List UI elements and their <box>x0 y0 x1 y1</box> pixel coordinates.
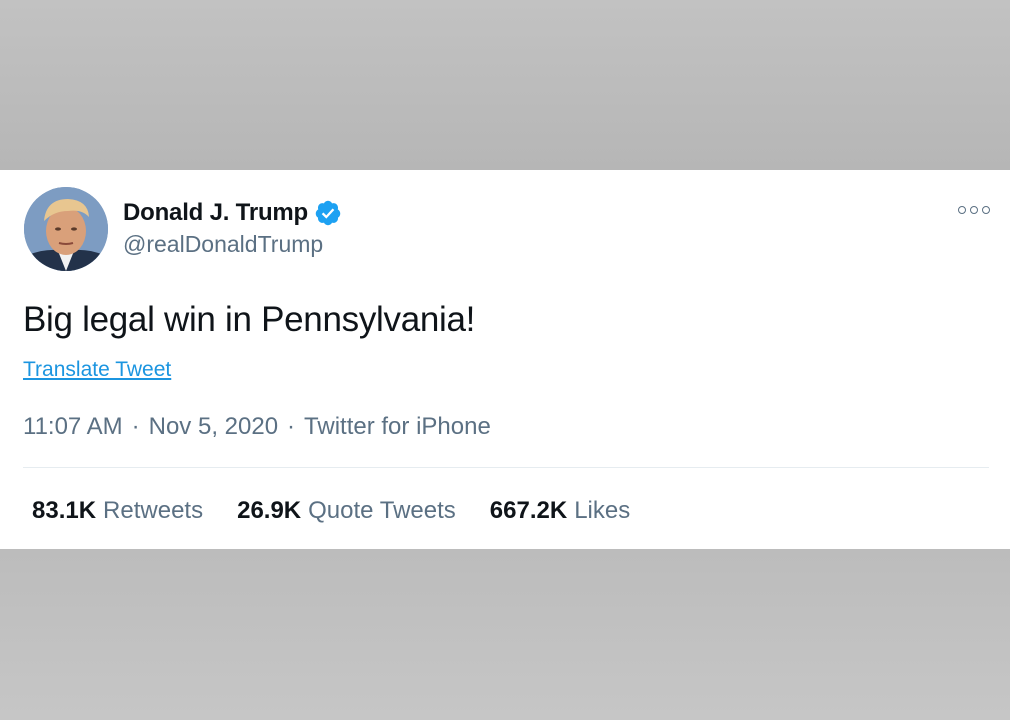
retweets-label: Retweets <box>103 497 204 524</box>
avatar[interactable] <box>24 187 108 271</box>
tweet-source[interactable]: Twitter for iPhone <box>304 413 491 441</box>
tweet-time[interactable]: 11:07 AM <box>23 413 123 441</box>
author-name-row: Donald J. Trump <box>123 198 342 228</box>
background-bottom <box>0 549 1010 720</box>
tweet-text: Big legal win in Pennsylvania! <box>23 300 476 339</box>
separator: · <box>287 413 296 440</box>
quote-tweets-count: 26.9K <box>237 497 302 524</box>
quote-tweets-label: Quote Tweets <box>308 497 456 524</box>
tweet-metadata: 11:07 AM · Nov 5, 2020 · Twitter for iPh… <box>23 413 491 441</box>
translate-tweet-link[interactable]: Translate Tweet <box>23 358 171 382</box>
background-top <box>0 0 1010 170</box>
more-options-icon[interactable] <box>958 202 990 218</box>
likes-count: 667.2K <box>489 497 568 524</box>
separator: · <box>131 413 140 440</box>
retweets-count: 83.1K <box>32 497 97 524</box>
quote-tweets-stat[interactable]: 26.9K Quote Tweets <box>237 497 456 525</box>
dot-icon <box>982 206 990 214</box>
divider <box>23 467 989 468</box>
tweet-date[interactable]: Nov 5, 2020 <box>149 413 278 441</box>
author-handle[interactable]: @realDonaldTrump <box>123 231 323 258</box>
likes-label: Likes <box>574 497 631 524</box>
verified-badge-icon <box>314 199 342 227</box>
dot-icon <box>958 206 966 214</box>
display-name[interactable]: Donald J. Trump <box>123 199 308 227</box>
tweet-card: Donald J. Trump @realDonaldTrump Big leg… <box>0 170 1010 549</box>
likes-stat[interactable]: 667.2K Likes <box>490 497 630 525</box>
profile-photo-icon <box>24 187 108 271</box>
retweets-stat[interactable]: 83.1K Retweets <box>32 497 203 525</box>
dot-icon <box>970 206 978 214</box>
tweet-stats: 83.1K Retweets 26.9K Quote Tweets 667.2K… <box>32 497 664 525</box>
